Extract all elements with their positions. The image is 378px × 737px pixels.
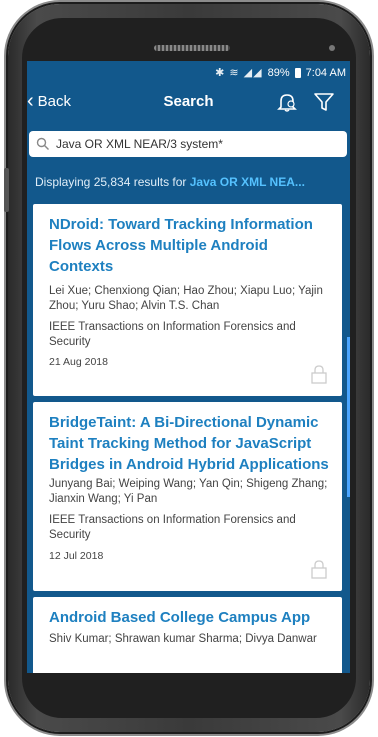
battery-icon — [294, 67, 301, 78]
lock-icon — [311, 365, 327, 384]
scrollbar[interactable] — [347, 337, 350, 497]
article-authors: Junyang Bai; Weiping Wang; Yan Qin; Shig… — [49, 478, 328, 505]
article-card[interactable]: NDroid: Toward Tracking Information Flow… — [33, 204, 342, 396]
article-card[interactable]: BridgeTaint: A Bi-Directional Dynamic Ta… — [33, 402, 342, 591]
lock-icon — [311, 560, 327, 579]
article-card[interactable]: Android Based College Campus App Shiv Ku… — [33, 597, 342, 673]
search-input[interactable]: Java OR XML NEAR/3 system* — [29, 131, 347, 157]
article-title[interactable]: Android Based College Campus App — [49, 607, 331, 628]
results-prefix: Displaying 25,834 results for — [35, 175, 190, 189]
search-icon — [36, 137, 49, 150]
battery-percent: 89% — [267, 66, 290, 79]
back-button[interactable]: ‹ Back — [27, 91, 71, 111]
article-journal: IEEE Transactions on Information Forensi… — [49, 514, 296, 541]
phone-screen: ✱ ≋ ◢◢ 89% 7:04 AM ‹ Back Search Java OR… — [27, 61, 350, 673]
phone-speaker — [154, 45, 230, 51]
back-chevron-icon: ‹ — [27, 90, 34, 112]
status-bar: ✱ ≋ ◢◢ 89% 7:04 AM — [27, 61, 350, 83]
page-title: Search — [163, 93, 214, 110]
article-date: 21 Aug 2018 — [49, 356, 108, 368]
article-date: 12 Jul 2018 — [49, 550, 104, 562]
article-title[interactable]: BridgeTaint: A Bi-Directional Dynamic Ta… — [49, 412, 331, 475]
back-label: Back — [37, 92, 72, 110]
status-icons: ✱ ≋ ◢◢ — [215, 67, 263, 79]
status-time: 7:04 AM — [305, 66, 346, 79]
article-journal: IEEE Transactions on Information Forensi… — [49, 321, 296, 348]
phone-camera — [329, 45, 335, 51]
filter-icon[interactable] — [313, 91, 335, 113]
results-query-link[interactable]: Java OR XML NEA... — [190, 175, 305, 189]
app-header: ‹ Back Search — [27, 85, 350, 121]
article-authors: Lei Xue; Chenxiong Qian; Hao Zhou; Xiapu… — [49, 285, 323, 312]
article-title[interactable]: NDroid: Toward Tracking Information Flow… — [49, 214, 331, 277]
article-authors: Shiv Kumar; Shrawan kumar Sharma; Divya … — [49, 633, 317, 645]
phone-side-button — [4, 168, 9, 212]
results-summary: Displaying 25,834 results for Java OR XM… — [35, 175, 335, 189]
search-value: Java OR XML NEAR/3 system* — [56, 137, 223, 151]
bell-settings-icon[interactable] — [276, 91, 298, 113]
